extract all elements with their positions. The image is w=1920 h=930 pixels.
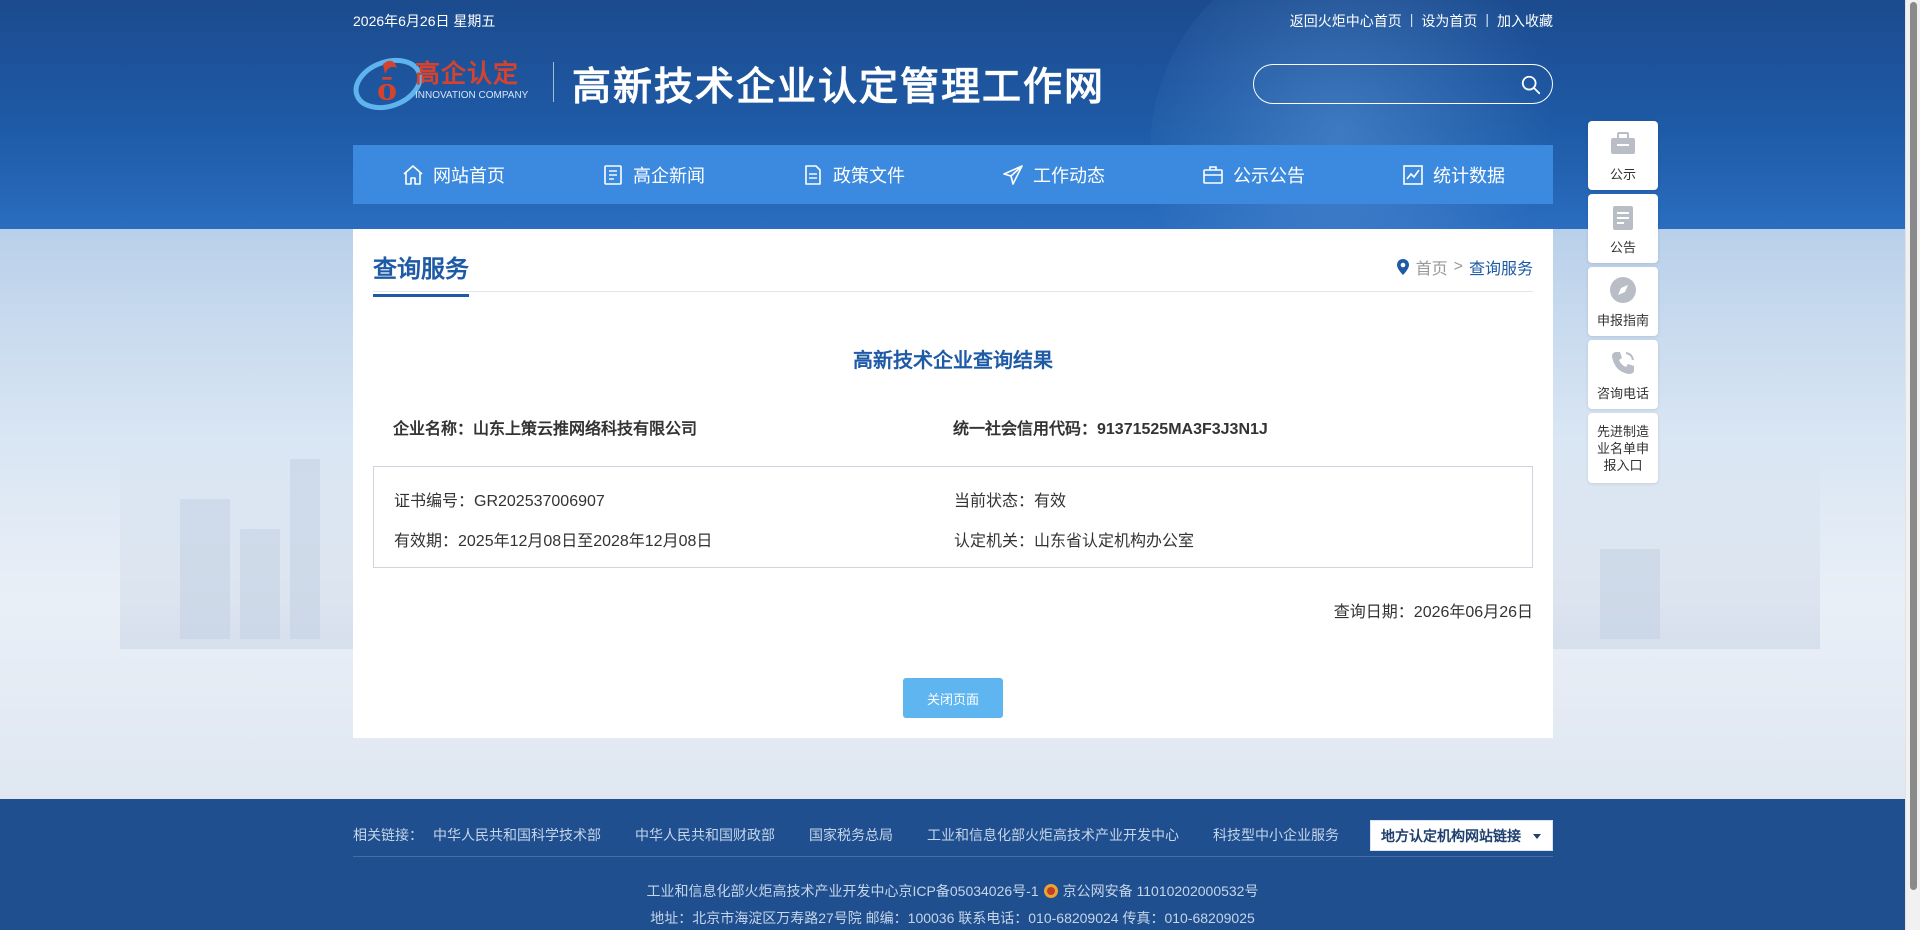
top-links: 返回火炬中心首页 | 设为首页 | 加入收藏 <box>1290 11 1553 31</box>
side-panel: 公示 公告 申报指南 咨询电话 先进制造业名单申报入口 <box>1588 121 1658 487</box>
company-name: 企业名称：山东上策云推网络科技有限公司 <box>393 421 698 438</box>
nav-label: 网站首页 <box>433 165 505 186</box>
side-item-guide[interactable]: 申报指南 <box>1588 267 1658 336</box>
footer: 相关链接： 中华人民共和国科学技术部 中华人民共和国财政部 国家税务总局 工业和… <box>0 799 1905 930</box>
svg-text:ō: ō <box>377 73 397 108</box>
side-item-phone[interactable]: 咨询电话 <box>1588 340 1658 409</box>
location-pin-icon <box>1396 259 1409 275</box>
main-nav: 网站首页 高企新闻 政策文件 工作动态 公示公告 统计数据 <box>353 145 1553 204</box>
scrollbar-thumb[interactable] <box>1910 2 1917 890</box>
briefcase-icon <box>1611 132 1635 154</box>
footer-link-torch[interactable]: 工业和信息化部火炬高技术产业开发中心 <box>927 825 1179 845</box>
link-torch-home[interactable]: 返回火炬中心首页 <box>1290 11 1402 31</box>
search-box <box>1253 64 1553 104</box>
search-icon[interactable] <box>1520 74 1542 96</box>
side-item-label: 咨询电话 <box>1596 386 1649 401</box>
section-title: 查询服务 <box>373 249 469 297</box>
footer-link-sme[interactable]: 科技型中小企业服务 <box>1213 825 1339 845</box>
breadcrumb-current: 查询服务 <box>1468 261 1533 278</box>
building-decoration <box>1600 549 1660 639</box>
side-item-advanced-manufacturing-entry[interactable]: 先进制造业名单申报入口 <box>1588 413 1658 483</box>
brand-name-en: INNOVATION COMPANY <box>415 90 529 101</box>
building-decoration <box>180 499 230 639</box>
certifying-authority: 认定机关：山东省认定机构办公室 <box>954 533 1195 550</box>
current-date: 2026年6月26日 星期五 <box>353 13 496 29</box>
building-decoration <box>240 529 280 639</box>
nav-label: 工作动态 <box>1033 165 1105 186</box>
credit-code: 统一社会信用代码：91371525MA3F3J3N1J <box>953 421 1268 438</box>
phone-icon <box>1612 352 1634 374</box>
nav-item-home[interactable]: 网站首页 <box>391 145 515 204</box>
top-bar: 2026年6月26日 星期五 返回火炬中心首页 | 设为首页 | 加入收藏 <box>353 11 1553 31</box>
related-links-label: 相关链接： <box>353 827 423 843</box>
side-item-label: 申报指南 <box>1596 313 1649 328</box>
nav-item-work[interactable]: 工作动态 <box>991 145 1115 204</box>
side-item-publicity[interactable]: 公示 <box>1588 121 1658 190</box>
search-input[interactable] <box>1268 71 1508 97</box>
footer-link-most[interactable]: 中华人民共和国科学技术部 <box>433 825 601 845</box>
nav-label: 公示公告 <box>1233 165 1305 186</box>
footer-registration: 工业和信息化部火炬高技术产业开发中心京ICP备05034026号-1 京公网安备… <box>0 881 1905 901</box>
main-panel: 查询服务 首页 > 查询服务 高新技术企业查询结果 企业名称：山东上策云推网络科… <box>353 229 1553 738</box>
home-icon <box>403 164 423 185</box>
police-record[interactable]: 京公网安备 11010202000532号 <box>1063 881 1259 901</box>
certificate-details-box: 证书编号：GR202537006907 当前状态：有效 有效期：2025年12月… <box>373 466 1533 568</box>
validity-period: 有效期：2025年12月08日至2028年12月08日 <box>394 533 713 550</box>
separator: | <box>1485 11 1489 27</box>
compass-icon <box>1610 277 1636 303</box>
footer-address: 地址：北京市海淀区万寿路27号院 邮编：100036 联系电话：010-6820… <box>650 910 1255 926</box>
police-badge-icon <box>1043 884 1058 898</box>
breadcrumb: 首页 > 查询服务 <box>1396 255 1533 279</box>
result-title: 高新技术企业查询结果 <box>853 350 1053 372</box>
icp-record[interactable]: 工业和信息化部火炬高技术产业开发中心京ICP备05034026号-1 <box>647 881 1039 901</box>
nav-label: 政策文件 <box>833 165 905 186</box>
document-icon <box>805 164 821 185</box>
breadcrumb-home[interactable]: 首页 <box>1416 255 1448 279</box>
section-header: 查询服务 首页 > 查询服务 <box>373 229 1533 297</box>
chevron-down-icon <box>1533 833 1541 839</box>
company-info-row: 企业名称：山东上策云推网络科技有限公司 统一社会信用代码：91371525MA3… <box>393 415 1523 439</box>
footer-link-tax[interactable]: 国家税务总局 <box>809 825 893 845</box>
link-set-homepage[interactable]: 设为首页 <box>1421 11 1477 31</box>
nav-item-news[interactable]: 高企新闻 <box>591 145 715 204</box>
chart-icon <box>1403 164 1423 185</box>
site-title: 高新技术企业认定管理工作网 <box>572 64 1106 110</box>
paper-plane-icon <box>1003 164 1023 185</box>
related-links: 相关链接： 中华人民共和国科学技术部 中华人民共和国财政部 国家税务总局 工业和… <box>353 820 1553 851</box>
nav-label: 高企新闻 <box>633 165 705 186</box>
select-value: 地方认定机构网站链接 <box>1381 827 1521 844</box>
side-item-label: 公告 <box>1609 240 1636 255</box>
footer-link-mof[interactable]: 中华人民共和国财政部 <box>635 825 775 845</box>
site-logo[interactable]: ō 高企认定 INNOVATION COMPANY 高新技术企业认定管理工作网 <box>353 50 1153 112</box>
page-scrollbar[interactable] <box>1905 0 1920 930</box>
side-item-announcement[interactable]: 公告 <box>1588 194 1658 263</box>
logo-divider <box>553 62 554 102</box>
certificate-number: 证书编号：GR202537006907 <box>394 493 605 510</box>
separator: | <box>1409 11 1414 27</box>
footer-divider <box>353 856 1553 857</box>
logo-mark-icon: ō <box>353 57 423 111</box>
building-decoration <box>290 459 320 639</box>
clipboard-icon <box>1613 206 1633 230</box>
close-page-button[interactable]: 关闭页面 <box>903 678 1003 718</box>
nav-item-notice[interactable]: 公示公告 <box>1191 145 1315 204</box>
briefcase-icon <box>1203 165 1223 184</box>
breadcrumb-separator: > <box>1453 258 1463 275</box>
current-status: 当前状态：有效 <box>954 493 1067 510</box>
nav-label: 统计数据 <box>1433 165 1505 186</box>
brand-name-cn: 高企认定 <box>415 60 520 88</box>
query-date: 查询日期：2026年06月26日 <box>1333 604 1533 621</box>
link-add-favorite[interactable]: 加入收藏 <box>1497 11 1553 31</box>
side-item-label: 公示 <box>1609 167 1636 182</box>
nav-item-stats[interactable]: 统计数据 <box>1391 145 1515 204</box>
nav-item-policy[interactable]: 政策文件 <box>791 145 915 204</box>
news-icon <box>604 164 622 185</box>
local-agency-links-select[interactable]: 地方认定机构网站链接 <box>1370 820 1553 851</box>
